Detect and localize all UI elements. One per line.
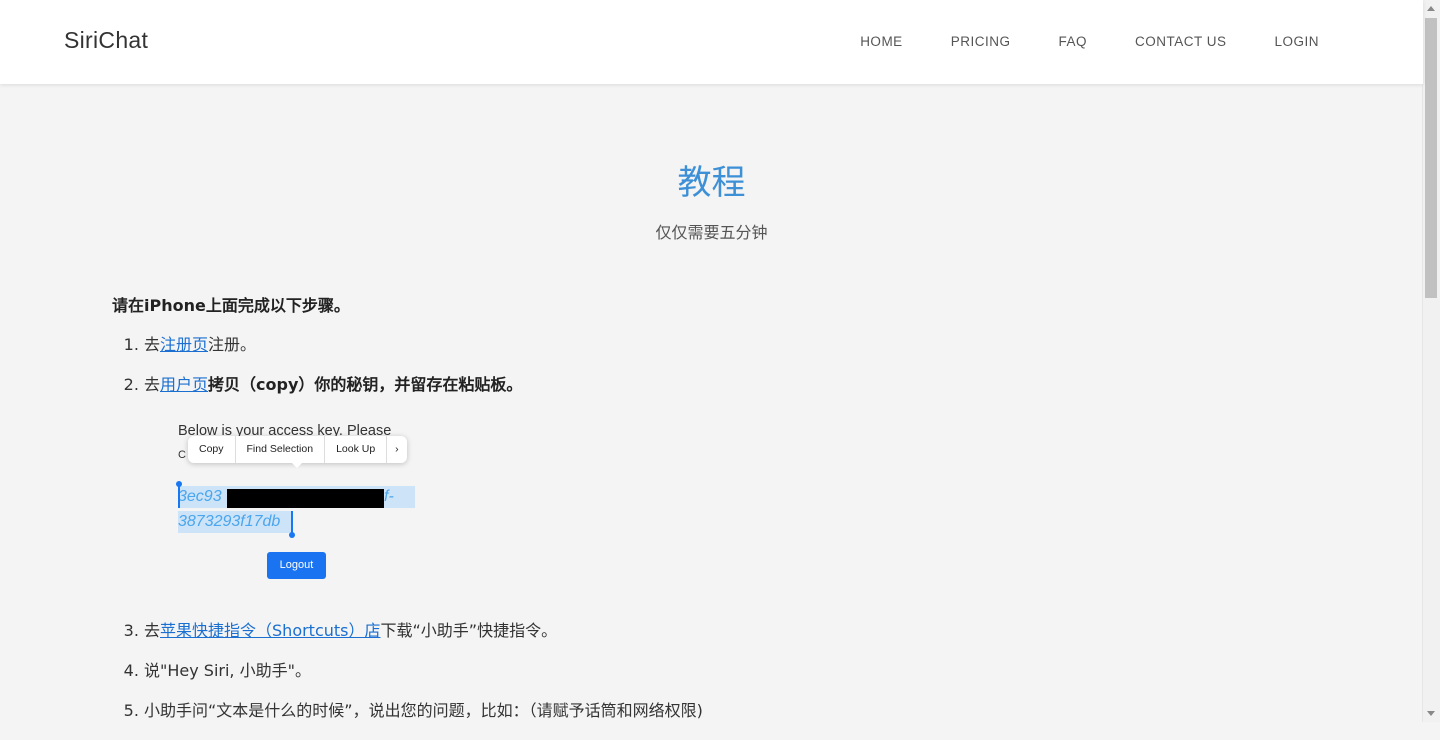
redaction-bar [227,489,384,508]
top-navbar: SiriChat HOME PRICING FAQ CONTACT US LOG… [0,0,1423,84]
step-5: 小助手问“文本是什么的时候”，说出您的问题，比如：（请赋予话筒和网络权限) [144,700,1312,722]
nav-links: HOME PRICING FAQ CONTACT US LOGIN [812,34,1319,49]
menu-copy: Copy [188,436,236,463]
step-2-post: 拷贝（copy）你的秘钥，并留存在粘贴板。 [208,375,523,394]
illustration-partial-letter: C [178,449,186,461]
step-3: 去苹果快捷指令（Shortcuts）店下载“小助手”快捷指令。 [144,620,1312,642]
page-scrollbar[interactable] [1422,0,1440,722]
register-page-link[interactable]: 注册页 [160,335,208,354]
intro-text: 请在iPhone上面完成以下步骤。 [112,296,350,315]
scroll-thumb[interactable] [1425,18,1437,298]
selected-key-line-2: 3873293f17db [178,511,293,533]
step-4-text: 说"Hey Siri, 小助手"。 [144,661,311,680]
step-3-post: 下载“小助手”快捷指令。 [380,621,558,640]
shortcuts-store-link[interactable]: 苹果快捷指令（Shortcuts）店 [160,621,381,640]
user-page-link[interactable]: 用户页 [160,375,208,394]
menu-look-up: Look Up [325,436,388,463]
menu-find-selection: Find Selection [236,436,326,463]
logout-button-illustration: Logout [267,552,326,579]
selection-handle-end-icon [289,532,295,538]
step-3-pre: 去 [144,621,161,640]
brand-logo[interactable]: SiriChat [64,27,148,54]
step-1-pre: 去 [144,335,161,354]
selection-caret-start [178,486,180,508]
page-subtitle: 仅仅需要五分钟 [655,223,768,242]
nav-pricing[interactable]: PRICING [951,34,1011,49]
menu-pointer [291,462,303,468]
selection-caret-end [291,511,293,533]
nav-contact-us[interactable]: CONTACT US [1135,34,1227,49]
copy-key-illustration: Below is your access key. Please C Copy … [176,414,438,584]
page-title: 教程 [677,163,746,203]
key-prefix: 3ec93 [178,488,222,505]
step-1: 去注册页注册。 [144,334,1312,356]
step-5-text: 小助手问“文本是什么的时候”，说出您的问题，比如：（请赋予话筒和网络权限) [144,701,703,720]
step-2: 去用户页拷贝（copy）你的秘钥，并留存在粘贴板。 Below is your … [144,374,1312,584]
scroll-down-icon[interactable] [1427,711,1435,716]
nav-home[interactable]: HOME [860,34,903,49]
key-suffix: f- [384,488,394,505]
nav-faq[interactable]: FAQ [1058,34,1087,49]
chevron-right-icon: › [395,443,399,455]
nav-login[interactable]: LOGIN [1274,34,1319,49]
step-1-post: 注册。 [208,335,257,354]
tutorial-content: 请在iPhone上面完成以下步骤。 去注册页注册。 去用户页拷贝（copy）你的… [112,292,1312,740]
scroll-up-icon[interactable] [1427,6,1435,11]
step-2-pre: 去 [144,375,161,394]
context-menu: Copy Find Selection Look Up › [188,436,407,463]
step-4: 说"Hey Siri, 小助手"。 [144,660,1312,682]
steps-list: 去注册页注册。 去用户页拷贝（copy）你的秘钥，并留存在粘贴板。 Below … [112,334,1312,722]
